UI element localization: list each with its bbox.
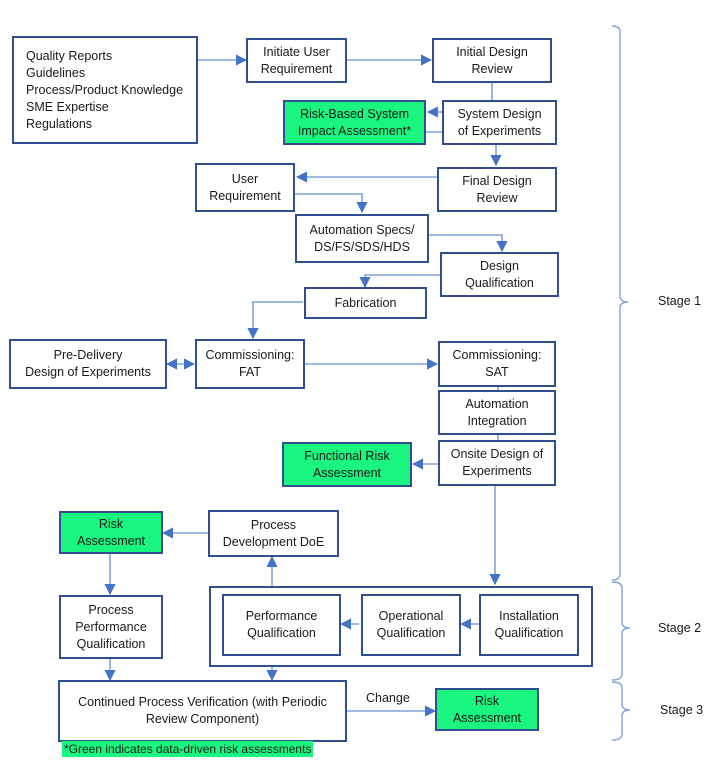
change-label: Change [366,691,410,705]
edge-userreq-autospecs [295,193,368,214]
edge-dq-fabrication [359,274,440,289]
inputs-box: Quality Reports Guidelines Process/Produ… [12,36,198,144]
process-development-doe-box: Process Development DoE [208,510,339,557]
stage-1-brace [611,25,629,581]
stage-3-label: Stage 3 [660,703,704,717]
onsite-doe-box: Onsite Design of Experiments [438,440,556,486]
automation-specs-box: Automation Specs/ DS/FS/SDS/HDS [295,214,429,263]
fabrication-box: Fabrication [304,287,427,319]
design-qualification-box: Design Qualification [440,252,559,297]
automation-integration-box: Automation Integration [438,390,556,435]
commissioning-sat-box: Commissioning: SAT [438,341,556,387]
edge-fabrication-fat [247,301,303,340]
continued-process-verification-box: Continued Process Verification (with Per… [58,680,347,742]
risk-based-system-impact-assessment-box: Risk-Based System Impact Assessment* [283,100,426,145]
system-design-of-experiments-box: System Design of Experiments [442,100,557,145]
edge-autospecs-dq [428,234,508,253]
process-performance-qualification-box: Process Performance Qualification [59,595,163,659]
performance-qualification-box: Performance Qualification [222,594,341,656]
commissioning-fat-box: Commissioning: FAT [195,339,305,389]
operational-qualification-box: Operational Qualification [361,594,461,656]
risk-assessment-stage3-box: Risk Assessment [435,688,539,731]
stage-2-brace [611,581,631,681]
stage-2-label: Stage 2 [658,621,702,635]
functional-risk-assessment-box: Functional Risk Assessment [282,442,412,487]
initial-design-review-box: Initial Design Review [432,38,552,83]
installation-qualification-box: Installation Qualification [479,594,579,656]
stage-3-brace [611,681,631,741]
stage-1-label: Stage 1 [658,294,702,308]
user-requirement-box: User Requirement [195,163,295,212]
final-design-review-box: Final Design Review [437,167,557,212]
risk-assessment-box: Risk Assessment [59,511,163,554]
pre-delivery-doe-box: Pre-Delivery Design of Experiments [9,339,167,389]
initiate-user-requirement-box: Initiate User Requirement [246,38,347,83]
legend-footnote: *Green indicates data-driven risk assess… [62,741,314,757]
